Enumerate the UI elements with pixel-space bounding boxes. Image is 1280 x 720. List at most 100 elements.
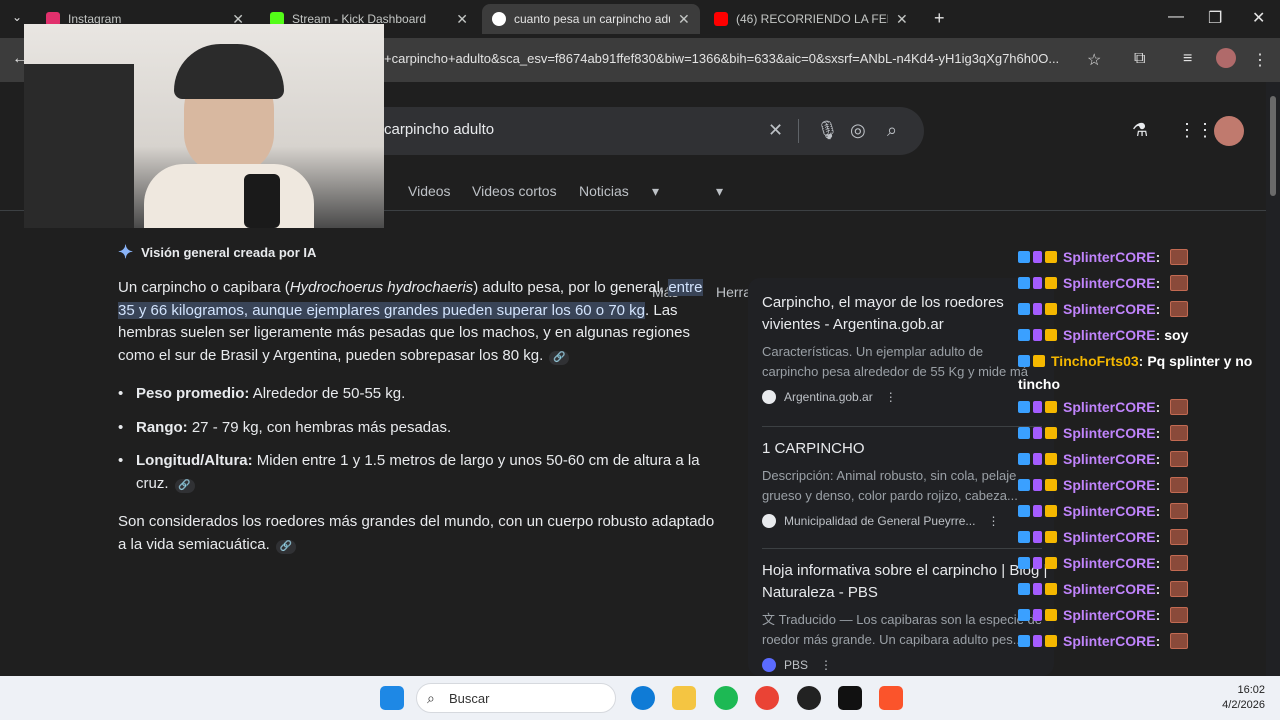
- more-options-icon[interactable]: ⋮: [820, 658, 832, 672]
- link-chip-icon[interactable]: 🔗: [549, 350, 570, 365]
- menu-icon[interactable]: ⋮: [1252, 50, 1268, 70]
- apps-grid-icon[interactable]: ⋮⋮: [1178, 120, 1214, 141]
- more-options-icon[interactable]: ⋮: [987, 514, 999, 528]
- badge-icon: [1033, 355, 1045, 367]
- tab-youtube[interactable]: (46) RECORRIENDO LA FERIA M ✕: [704, 4, 922, 34]
- media-control-icon[interactable]: ≡: [1183, 50, 1192, 68]
- chrome-icon[interactable]: [755, 686, 779, 710]
- badge-icon: [1033, 427, 1042, 439]
- chat-separator: :: [1155, 633, 1161, 649]
- source-card[interactable]: Carpincho, el mayor de los roedores vivi…: [762, 292, 1052, 404]
- windows-taskbar: ⌕ Buscar 16:02 4/2/2026: [0, 676, 1280, 720]
- extensions-icon[interactable]: ⧉: [1134, 50, 1145, 68]
- sparkle-icon: ✦: [118, 242, 134, 262]
- close-icon[interactable]: ✕: [896, 11, 908, 28]
- page-scrollbar[interactable]: [1266, 82, 1280, 676]
- badge-icon: [1045, 531, 1057, 543]
- badge-icon: [1045, 635, 1057, 647]
- search-icon[interactable]: ⌕: [887, 120, 897, 141]
- site-name: PBS: [784, 658, 809, 672]
- minimize-icon[interactable]: —: [1168, 8, 1184, 26]
- spotify-icon[interactable]: [714, 686, 738, 710]
- badge-icon: [1033, 401, 1042, 413]
- system-clock[interactable]: 16:02 4/2/2026: [1205, 683, 1265, 713]
- scrollbar-thumb[interactable]: [1270, 96, 1276, 196]
- text: Descripción: Animal robusto, sin cola, p…: [762, 468, 1017, 483]
- chat-message: SplinterCORE :: [1014, 270, 1264, 296]
- tab-videos[interactable]: Videos: [408, 183, 451, 199]
- source-title[interactable]: Hoja informativa sobre el carpincho | Bl…: [762, 560, 1052, 604]
- close-icon[interactable]: ✕: [456, 11, 468, 28]
- badge-icon: [1033, 303, 1042, 315]
- search-box[interactable]: carpincho adulto ✕ 🎙 ◎ ⌕: [300, 107, 924, 155]
- tab-noticias[interactable]: Noticias: [579, 183, 629, 199]
- badge-icon: [1045, 401, 1057, 413]
- shirt-shape: [144, 164, 314, 228]
- source-card[interactable]: 1 CARPINCHO Descripción: Animal robusto,…: [762, 438, 1052, 528]
- more-options-icon[interactable]: ⋮: [885, 390, 897, 404]
- address-bar[interactable]: +carpincho+adulto&sca_esv=f8674ab91ffef8…: [384, 44, 1080, 74]
- window-close-icon[interactable]: ✕: [1252, 8, 1265, 28]
- text: carpincho pesa alrededor de 55 Kg y mide…: [762, 364, 1028, 379]
- chat-message: SplinterCORE :: [1014, 394, 1264, 420]
- badge-icon: [1045, 303, 1057, 315]
- close-icon[interactable]: ✕: [678, 11, 690, 28]
- text: grueso y denso, color pardo rojizo, cabe…: [762, 488, 1018, 503]
- tab-herramientas[interactable]: Herramientas ▾: [716, 183, 800, 300]
- badge-icon: [1045, 427, 1057, 439]
- restore-icon[interactable]: ❐: [1208, 8, 1222, 28]
- new-tab-icon[interactable]: +: [934, 8, 945, 29]
- divider: [798, 119, 799, 143]
- badge-icon: [1045, 505, 1057, 517]
- taskbar-search[interactable]: ⌕ Buscar: [416, 683, 616, 713]
- windows-start-icon[interactable]: [380, 686, 404, 710]
- badge-icon: [1018, 303, 1030, 315]
- text: Traducido — Los capibaras son la especie…: [778, 612, 1042, 627]
- lens-icon[interactable]: ◎: [850, 120, 866, 141]
- emote-icon: [1170, 451, 1189, 467]
- chat-message: SplinterCORE :: [1014, 550, 1264, 576]
- chat-text: Pq splinter y no: [1147, 353, 1253, 369]
- link-chip-icon[interactable]: 🔗: [275, 539, 296, 554]
- chat-username: TinchoFrts03: [1051, 353, 1139, 369]
- emote-icon: [1170, 399, 1189, 415]
- bookmark-star-icon[interactable]: ☆: [1087, 50, 1101, 70]
- profile-avatar[interactable]: [1216, 48, 1236, 68]
- tab-videos-cortos[interactable]: Videos cortos: [472, 183, 557, 199]
- clear-icon[interactable]: ✕: [768, 120, 783, 141]
- brave-icon[interactable]: [879, 686, 903, 710]
- emote-icon: [1170, 555, 1189, 571]
- badge-icon: [1045, 251, 1057, 263]
- emote-icon: [1170, 633, 1189, 649]
- tiktok-icon[interactable]: [838, 686, 862, 710]
- chat-separator: :: [1138, 353, 1144, 369]
- tab-mas[interactable]: Más ▾: [652, 183, 678, 300]
- emote-icon: [1170, 249, 1189, 265]
- app-icon[interactable]: [797, 686, 821, 710]
- ai-paragraph-2: Son considerados los roedores más grande…: [118, 511, 718, 556]
- badge-icon: [1045, 479, 1057, 491]
- tab-google-search[interactable]: cuanto pesa un carpincho adult ✕: [482, 4, 700, 34]
- microphone-icon[interactable]: 🎙: [816, 120, 839, 141]
- source-site: Argentina.gob.ar ⋮: [762, 390, 1052, 404]
- source-title[interactable]: Carpincho, el mayor de los roedores vivi…: [762, 292, 1052, 336]
- badge-icon: [1045, 277, 1057, 289]
- badge-icon: [1018, 479, 1030, 491]
- badge-icon: [1033, 479, 1042, 491]
- search-query[interactable]: carpincho adulto: [384, 121, 494, 138]
- emote-icon: [1170, 275, 1189, 291]
- link-chip-icon[interactable]: 🔗: [174, 478, 195, 493]
- edge-icon[interactable]: [631, 686, 655, 710]
- chat-username: SplinterCORE: [1063, 301, 1156, 317]
- source-title[interactable]: 1 CARPINCHO: [762, 438, 1052, 460]
- account-avatar[interactable]: [1214, 116, 1244, 146]
- list-item: Longitud/Altura: Miden entre 1 y 1.5 met…: [118, 450, 718, 495]
- chat-separator: :: [1155, 529, 1161, 545]
- file-explorer-icon[interactable]: [672, 686, 696, 710]
- badge-icon: [1033, 277, 1042, 289]
- badge-icon: [1018, 609, 1030, 621]
- source-site: PBS ⋮: [762, 658, 1052, 672]
- labs-flask-icon[interactable]: ⚗: [1132, 120, 1148, 141]
- source-card[interactable]: Hoja informativa sobre el carpincho | Bl…: [762, 560, 1052, 672]
- tab-search-chevron-icon[interactable]: ⌄: [12, 10, 22, 24]
